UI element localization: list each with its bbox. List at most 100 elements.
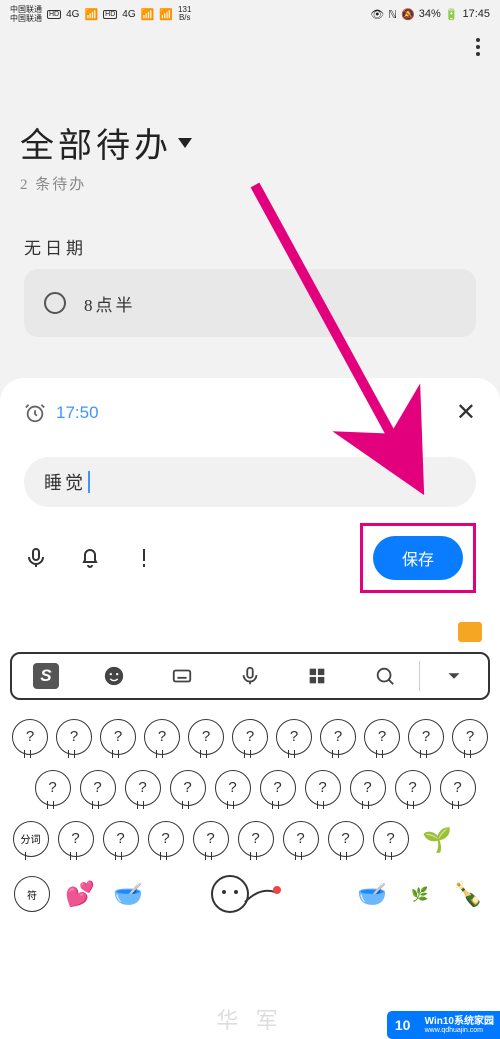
new-todo-sheet: 17:50 ✕ 睡觉 保存 xyxy=(0,378,500,618)
search-button[interactable] xyxy=(351,665,419,687)
checkbox-icon[interactable] xyxy=(44,292,66,314)
signal-4g-2: 4G xyxy=(122,9,135,20)
sticker-item[interactable]: ? xyxy=(100,818,141,859)
sticker-fenxi[interactable]: 分词 xyxy=(10,818,51,859)
sticker-item[interactable]: ? xyxy=(302,767,343,808)
sticker-item[interactable]: ? xyxy=(318,716,358,757)
sticker-item[interactable]: ? xyxy=(55,818,96,859)
priority-icon[interactable] xyxy=(132,546,156,570)
sticker-row-3: 分词 ? ? ? ? ? ? ? ? 🌱 xyxy=(10,818,490,862)
sogou-logo-button[interactable]: S xyxy=(12,663,80,689)
time-value: 17:50 xyxy=(56,403,99,423)
sticker-sprout[interactable]: 🌱 xyxy=(415,818,459,862)
status-left: 中国联通 中国联通 HD 4G 📶 HD 4G 📶 📶 131 B/s xyxy=(10,5,191,23)
sticker-item[interactable]: ? xyxy=(212,767,253,808)
sticker-item[interactable]: ? xyxy=(122,767,163,808)
collapse-button[interactable] xyxy=(420,665,488,687)
mic-icon[interactable] xyxy=(24,546,48,570)
status-bar: 中国联通 中国联通 HD 4G 📶 HD 4G 📶 📶 131 B/s 👁 ℕ … xyxy=(0,0,500,28)
sticker-item[interactable]: ? xyxy=(362,716,402,757)
todo-input[interactable]: 睡觉 xyxy=(24,457,476,507)
todo-item[interactable]: 8点半 xyxy=(24,269,476,337)
save-button[interactable]: 保存 xyxy=(373,536,463,580)
hd-badge-1: HD xyxy=(47,10,61,19)
save-highlight-box: 保存 xyxy=(360,523,476,593)
save-label: 保存 xyxy=(402,546,434,570)
signal-bars-2: 📶 xyxy=(141,8,155,21)
wifi-icon: 📶 xyxy=(159,8,173,21)
sticker-item[interactable]: ? xyxy=(167,767,208,808)
title-dropdown[interactable]: 全部待办 xyxy=(20,118,480,167)
sticker-item[interactable]: ? xyxy=(186,716,226,757)
mute-icon: 🔕 xyxy=(401,8,415,21)
sticker-row-2: ? ? ? ? ? ? ? ? ? ? xyxy=(10,767,490,808)
status-right: 👁 ℕ 🔕 34% 🔋 17:45 xyxy=(370,8,490,21)
watermark-title: Win10系统家园 xyxy=(425,1016,494,1027)
app-header: 全部待办 2 条待办 xyxy=(0,28,500,204)
bell-icon[interactable] xyxy=(78,546,102,570)
sticker-item[interactable]: ? xyxy=(235,818,276,859)
ime-assistant-icon[interactable] xyxy=(458,622,482,642)
sticker-item[interactable]: ? xyxy=(54,716,94,757)
sticker-item[interactable]: ? xyxy=(392,767,433,808)
carrier-line2: 中国联通 xyxy=(10,14,42,23)
sticker-fu-crab[interactable]: 符 xyxy=(10,872,54,916)
battery-icon: 🔋 xyxy=(445,8,459,21)
emoji-button[interactable] xyxy=(80,665,148,687)
sticker-item[interactable]: ? xyxy=(98,716,138,757)
sticker-item[interactable]: ? xyxy=(280,818,321,859)
grid-button[interactable] xyxy=(283,665,351,687)
sticker-hearts[interactable]: 💕 xyxy=(58,872,102,916)
sticker-item[interactable]: ? xyxy=(347,767,388,808)
sticker-item[interactable]: ? xyxy=(325,818,366,859)
sticker-row-1: ? ? ? ? ? ? ? ? ? ? ? xyxy=(10,716,490,757)
carrier-label: 中国联通 中国联通 xyxy=(10,5,42,23)
sticker-leaf-char[interactable]: 🌿 xyxy=(398,872,442,916)
sticker-row-4: 符 💕 🥣 🥣 🌿 🍾 xyxy=(10,872,490,916)
sticker-item[interactable]: ? xyxy=(406,716,446,757)
carrier-line1: 中国联通 xyxy=(10,5,42,14)
sticker-face[interactable] xyxy=(154,872,346,916)
sticker-item[interactable]: ? xyxy=(450,716,490,757)
sticker-bottle[interactable]: 🍾 xyxy=(446,872,490,916)
sticker-panel: ? ? ? ? ? ? ? ? ? ? ? ? ? ? ? ? ? ? ? ? … xyxy=(0,700,500,916)
section-no-date: 无日期 xyxy=(24,234,476,259)
voice-input-button[interactable] xyxy=(216,665,284,687)
signal-4g-1: 4G xyxy=(66,9,79,20)
sticker-item[interactable]: ? xyxy=(257,767,298,808)
close-button[interactable]: ✕ xyxy=(456,398,476,427)
todo-text: 8点半 xyxy=(84,291,136,316)
nfc-icon: ℕ xyxy=(388,8,397,21)
clock-time: 17:45 xyxy=(462,8,490,20)
site-watermark: 10 Win10系统家园 www.qdhuajin.com xyxy=(387,1011,500,1039)
sticker-item[interactable]: ? xyxy=(77,767,118,808)
watermark-logo: 10 xyxy=(387,1011,419,1039)
sticker-item[interactable]: ? xyxy=(145,818,186,859)
page-title: 全部待办 xyxy=(20,118,172,167)
sticker-bowl1[interactable]: 🥣 xyxy=(106,872,150,916)
more-menu-button[interactable] xyxy=(476,38,480,56)
watermark-url: www.qdhuajin.com xyxy=(425,1027,494,1035)
eye-comfort-icon: 👁 xyxy=(370,8,384,21)
keyboard-switch-button[interactable] xyxy=(148,665,216,687)
ime-toolbar: S xyxy=(10,652,490,700)
sticker-item[interactable]: ? xyxy=(10,716,50,757)
sticker-item[interactable]: ? xyxy=(230,716,270,757)
todo-count: 2 条待办 xyxy=(20,173,480,194)
chevron-down-icon xyxy=(178,138,192,148)
sticker-item[interactable]: ? xyxy=(370,818,411,859)
battery-pct: 34% xyxy=(419,8,441,20)
hd-badge-2: HD xyxy=(103,10,117,19)
sticker-item[interactable]: ? xyxy=(32,767,73,808)
alarm-icon xyxy=(24,402,46,424)
signal-bars-1: 📶 xyxy=(84,8,98,21)
sticker-item[interactable]: ? xyxy=(437,767,478,808)
sticker-item[interactable]: ? xyxy=(274,716,314,757)
sticker-item[interactable]: ? xyxy=(190,818,231,859)
sticker-bowl2[interactable]: 🥣 xyxy=(350,872,394,916)
ghost-watermark-text: 华 军 xyxy=(216,1003,284,1035)
ime-keyboard: S ? ? ? ? ? ? ? ? xyxy=(0,618,500,1039)
sticker-item[interactable]: ? xyxy=(142,716,182,757)
text-cursor xyxy=(88,471,90,493)
time-picker[interactable]: 17:50 xyxy=(24,402,99,424)
